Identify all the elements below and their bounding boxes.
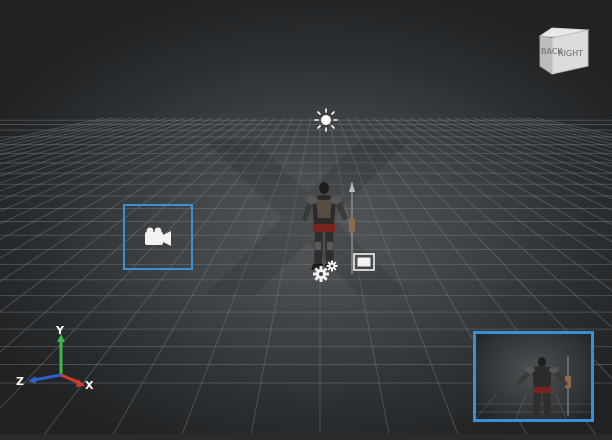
preview-character	[516, 356, 571, 416]
camera-preview-window[interactable]	[473, 331, 594, 422]
cube-face-right[interactable]: RIGHT	[558, 49, 583, 58]
gear-icon[interactable]	[312, 258, 340, 284]
axis-label-x: X	[85, 379, 94, 392]
axis-gizmo: Y Z X	[10, 320, 100, 395]
axis-label-y: Y	[55, 324, 65, 337]
axis-label-z: Z	[16, 375, 24, 388]
camera-icon[interactable]	[143, 226, 173, 248]
camera-selection[interactable]	[123, 204, 193, 270]
3d-viewport[interactable]: BACK RIGHT Y Z X	[0, 0, 612, 440]
frame-icon[interactable]	[352, 252, 376, 272]
sun-icon[interactable]	[313, 107, 339, 133]
status-strip	[0, 434, 612, 440]
view-cube[interactable]: BACK RIGHT	[536, 26, 592, 76]
